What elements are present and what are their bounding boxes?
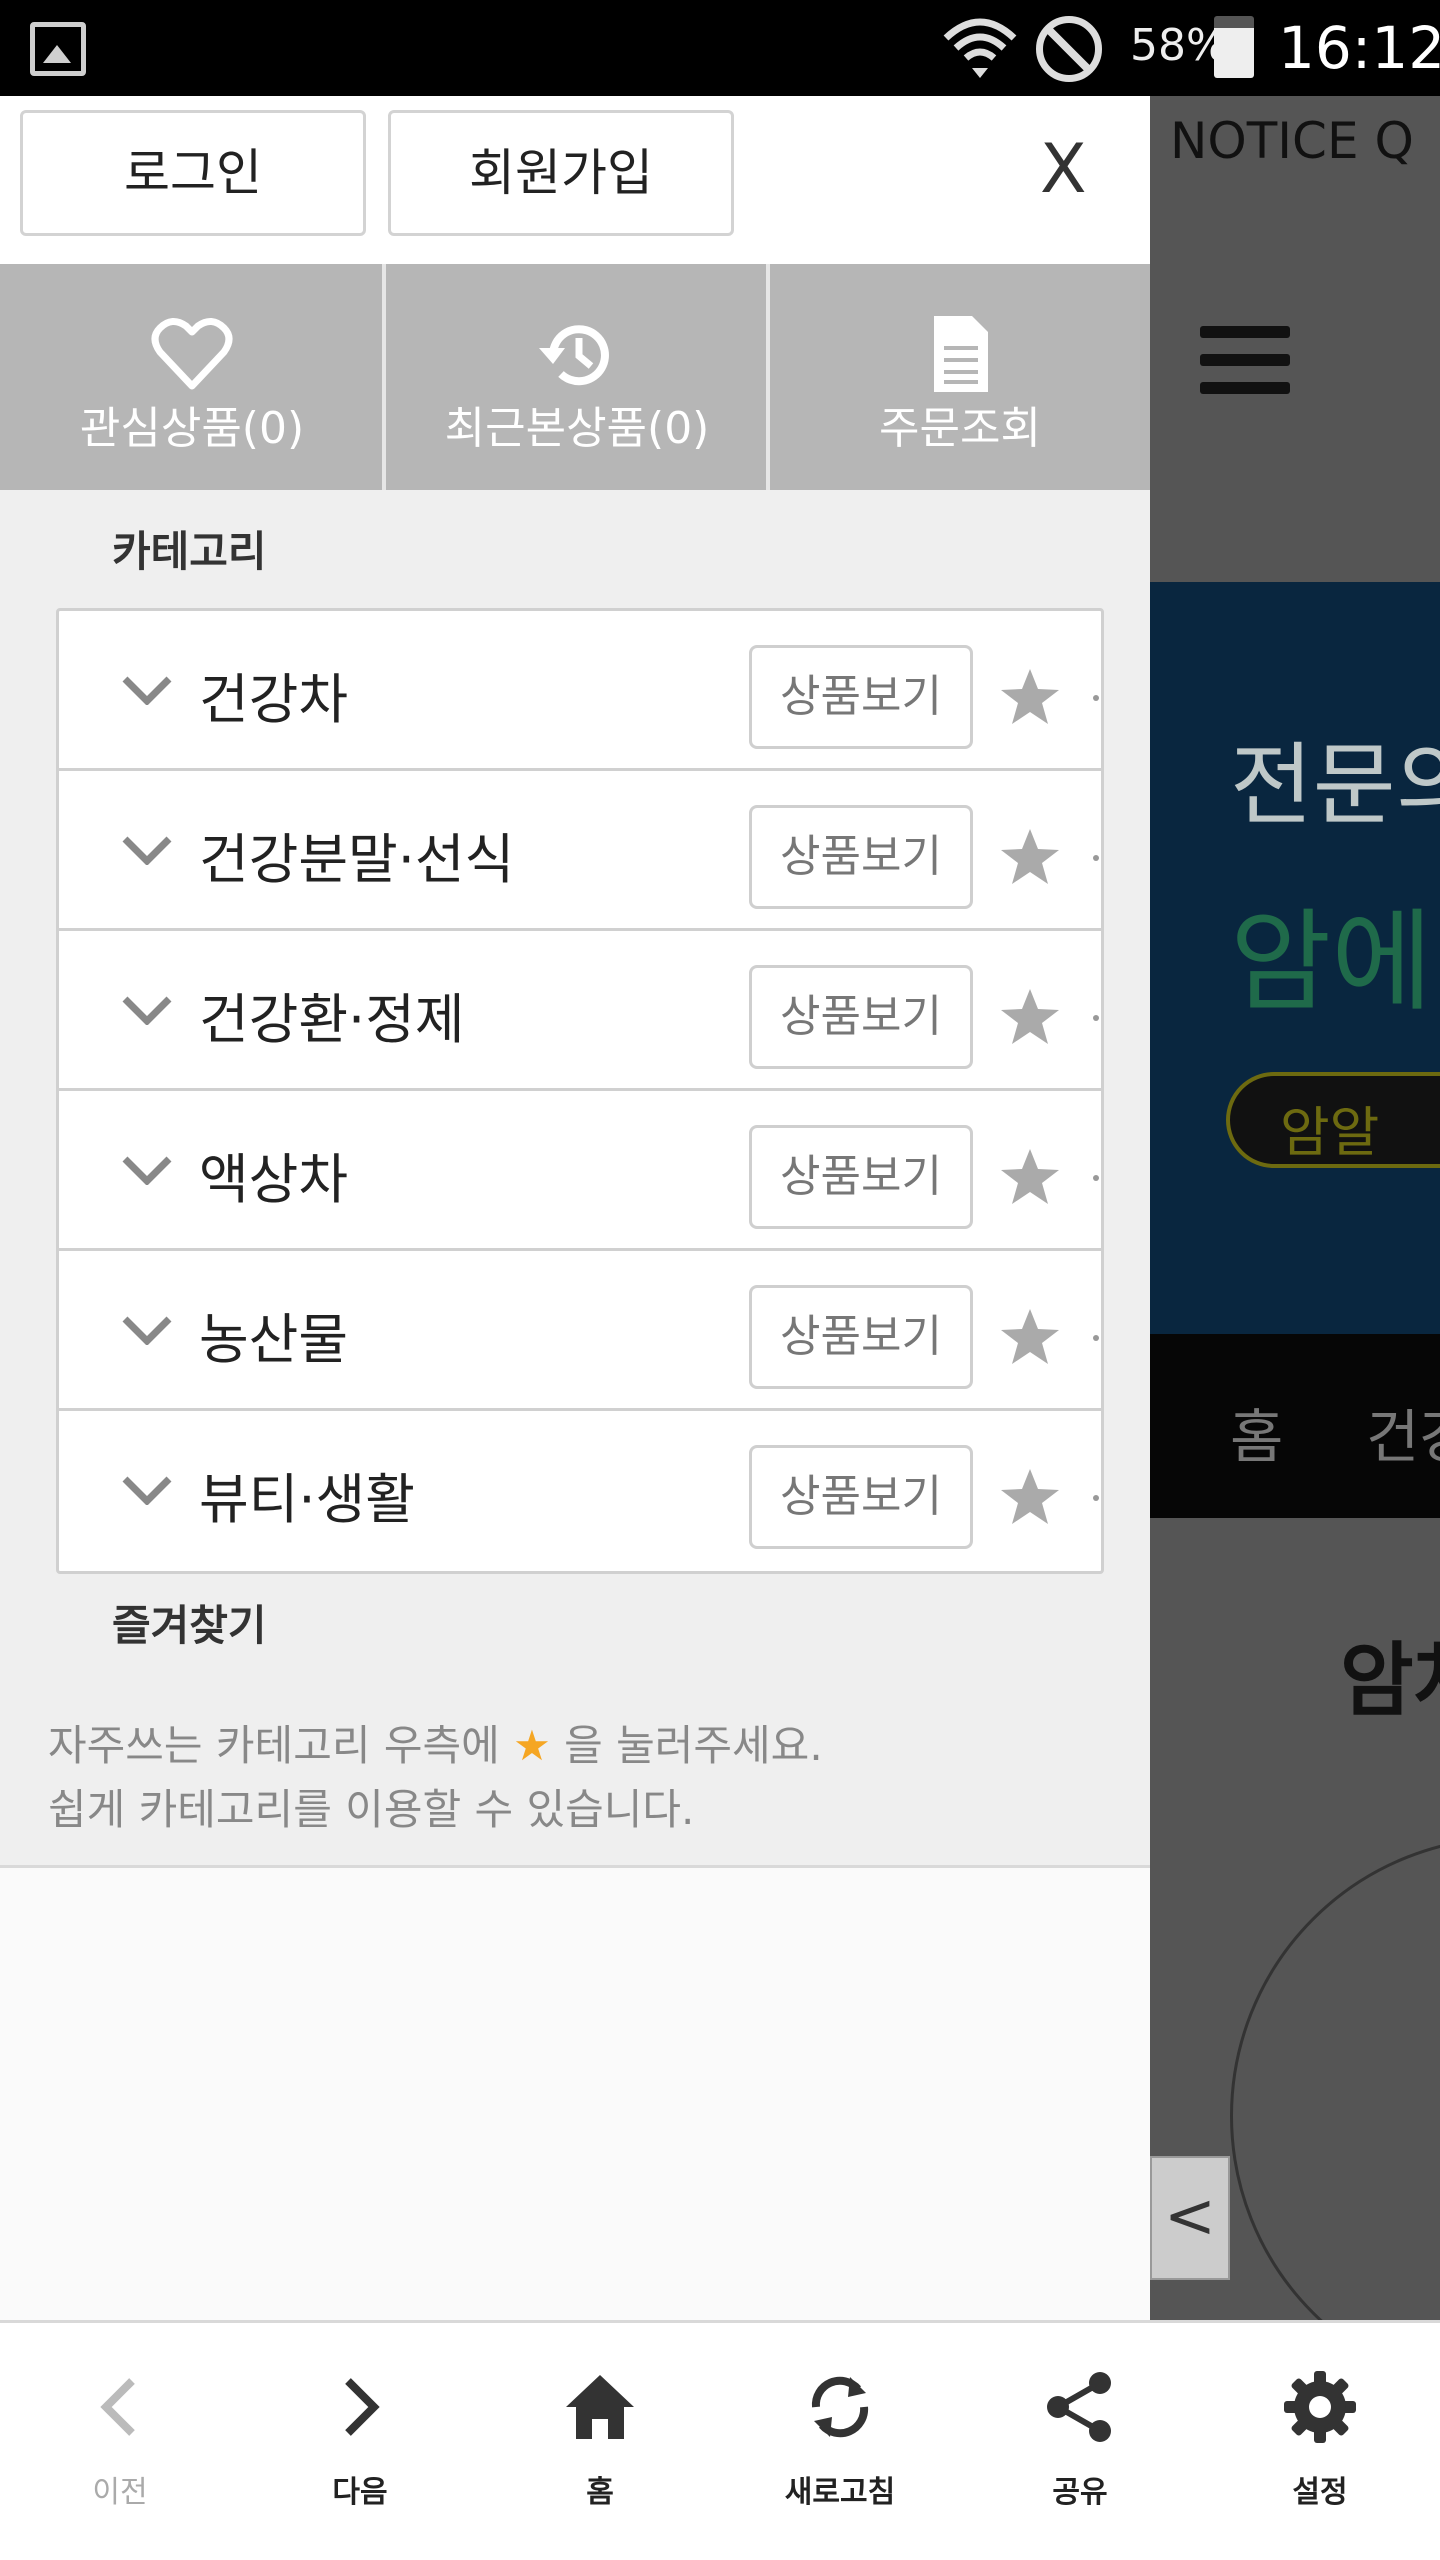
star-icon[interactable] xyxy=(997,665,1063,729)
refresh-icon xyxy=(811,2376,869,2438)
favorites-hint-line: 쉽게 카테고리를 이용할 수 있습니다. xyxy=(48,1785,695,1834)
heart-icon xyxy=(151,318,233,390)
toolbar-label: 설정 xyxy=(1292,2475,1348,2510)
view-products-button[interactable]: 상품보기 xyxy=(749,965,973,1069)
quick-links: 관심상품(0) 최근본상품(0) 주문조회 xyxy=(0,264,1150,490)
favorites-hint: 자주쓰는 카테고리 우측에 ★ 을 눌러주세요. 쉽게 카테고리를 이용할 수 … xyxy=(0,1682,1150,1868)
view-products-button[interactable]: 상품보기 xyxy=(749,645,973,749)
document-icon xyxy=(934,316,988,392)
nav-item: 홈 xyxy=(1230,1403,1284,1471)
share-icon xyxy=(1047,2372,1111,2442)
close-button[interactable]: X xyxy=(1040,130,1087,209)
gear-icon xyxy=(1284,2371,1356,2443)
history-icon xyxy=(539,325,609,386)
chevron-left-icon xyxy=(100,2378,135,2436)
category-label: 건강환·정제 xyxy=(199,988,465,1051)
dot-icon xyxy=(1093,1335,1099,1341)
star-icon[interactable] xyxy=(997,825,1063,889)
home-icon xyxy=(566,2375,634,2439)
refresh-button[interactable]: 새로고침 xyxy=(720,2323,960,2560)
category-item[interactable]: 건강분말·선식 상품보기 xyxy=(59,771,1101,931)
chevron-down-icon[interactable] xyxy=(121,1475,173,1505)
category-item[interactable]: 농산물 상품보기 xyxy=(59,1251,1101,1411)
category-item[interactable]: 건강환·정제 상품보기 xyxy=(59,931,1101,1091)
chevron-down-icon[interactable] xyxy=(121,1155,173,1185)
wishlist-link[interactable]: 관심상품(0) xyxy=(0,264,384,490)
category-label: 농산물 xyxy=(199,1308,349,1371)
view-products-button[interactable]: 상품보기 xyxy=(749,805,973,909)
background-page: NOTICE Q 전문의 암에 암알 홈 건강 암차 < xyxy=(1150,96,1440,2320)
category-item[interactable]: 액상차 상품보기 xyxy=(59,1091,1101,1251)
dot-icon xyxy=(1093,695,1099,701)
star-icon[interactable] xyxy=(997,1145,1063,1209)
chevron-down-icon[interactable] xyxy=(121,835,173,865)
category-list: 건강차 상품보기 건강분말·선식 상품보기 건강환·정제 상품보기 액상차 상품… xyxy=(56,608,1104,1574)
category-label: 건강차 xyxy=(199,668,349,731)
toolbar-label: 이전 xyxy=(92,2475,148,2510)
clock: 16:12 xyxy=(1278,14,1440,82)
background-heading: 암차 xyxy=(1340,1634,1440,1727)
toolbar-label: 새로고침 xyxy=(784,2475,896,2510)
signup-button[interactable]: 회원가입 xyxy=(388,110,734,236)
chevron-down-icon[interactable] xyxy=(121,675,173,705)
category-section-title: 카테고리 xyxy=(112,527,267,576)
back-button[interactable]: 이전 xyxy=(0,2323,240,2560)
chevron-right-icon xyxy=(345,2378,380,2436)
category-label: 건강분말·선식 xyxy=(199,828,515,891)
block-icon xyxy=(1036,16,1102,82)
settings-button[interactable]: 설정 xyxy=(1200,2323,1440,2560)
side-drawer: 로그인 회원가입 X 관심상품(0) 최근본상품(0) 주문조회 카테고리 건강… xyxy=(0,96,1150,2320)
wifi-icon xyxy=(943,18,1017,78)
background-image xyxy=(1230,1836,1440,2320)
banner-text: 전문의 xyxy=(1230,733,1440,838)
view-products-button[interactable]: 상품보기 xyxy=(749,1125,973,1229)
banner-pill: 암알 xyxy=(1226,1072,1440,1168)
dot-icon xyxy=(1093,1175,1099,1181)
share-button[interactable]: 공유 xyxy=(960,2323,1200,2560)
category-item[interactable]: 건강차 상품보기 xyxy=(59,611,1101,771)
notice-link: NOTICE Q xyxy=(1170,112,1414,170)
browser-toolbar: 이전 다음 홈 새로고침 공유 설정 xyxy=(0,2320,1440,2560)
quick-link-label: 관심상품(0) xyxy=(79,403,305,454)
toolbar-label: 공유 xyxy=(1052,2475,1108,2510)
dot-icon xyxy=(1093,855,1099,861)
battery-icon xyxy=(1214,16,1254,78)
gallery-icon xyxy=(30,22,86,76)
favorites-list xyxy=(0,1868,1150,2320)
quick-link-label: 최근본상품(0) xyxy=(444,403,710,454)
banner: 전문의 암에 암알 xyxy=(1150,582,1440,1334)
favorites-section-title: 즐겨찾기 xyxy=(112,1601,267,1650)
star-icon[interactable] xyxy=(997,985,1063,1049)
login-button[interactable]: 로그인 xyxy=(20,110,366,236)
dot-icon xyxy=(1093,1495,1099,1501)
home-button[interactable]: 홈 xyxy=(480,2323,720,2560)
recent-products-link[interactable]: 최근본상품(0) xyxy=(386,264,768,490)
status-bar: 58% 16:12 xyxy=(0,0,1440,96)
banner-text: 암에 xyxy=(1230,898,1433,1026)
star-icon[interactable] xyxy=(997,1305,1063,1369)
view-products-button[interactable]: 상품보기 xyxy=(749,1445,973,1549)
category-label: 뷰티·생활 xyxy=(199,1468,415,1531)
chevron-down-icon[interactable] xyxy=(121,995,173,1025)
hamburger-menu-icon xyxy=(1200,326,1290,410)
star-icon: ★ xyxy=(513,1721,551,1770)
view-products-button[interactable]: 상품보기 xyxy=(749,1285,973,1389)
category-label: 액상차 xyxy=(199,1148,349,1211)
slider-prev-button: < xyxy=(1150,2156,1230,2280)
chevron-down-icon[interactable] xyxy=(121,1315,173,1345)
order-lookup-link[interactable]: 주문조회 xyxy=(770,264,1150,490)
drawer-header: 로그인 회원가입 X xyxy=(0,96,1150,264)
dot-icon xyxy=(1093,1015,1099,1021)
favorites-hint-line: 자주쓰는 카테고리 우측에 ★ 을 눌러주세요. xyxy=(48,1721,823,1770)
category-item[interactable]: 뷰티·생활 상품보기 xyxy=(59,1411,1101,1571)
nav-item: 건강 xyxy=(1366,1403,1440,1471)
quick-link-label: 주문조회 xyxy=(879,403,1041,454)
toolbar-label: 다음 xyxy=(332,2475,388,2510)
toolbar-label: 홈 xyxy=(586,2475,614,2510)
background-nav: 홈 건강 xyxy=(1150,1334,1440,1518)
forward-button[interactable]: 다음 xyxy=(240,2323,480,2560)
star-icon[interactable] xyxy=(997,1465,1063,1529)
